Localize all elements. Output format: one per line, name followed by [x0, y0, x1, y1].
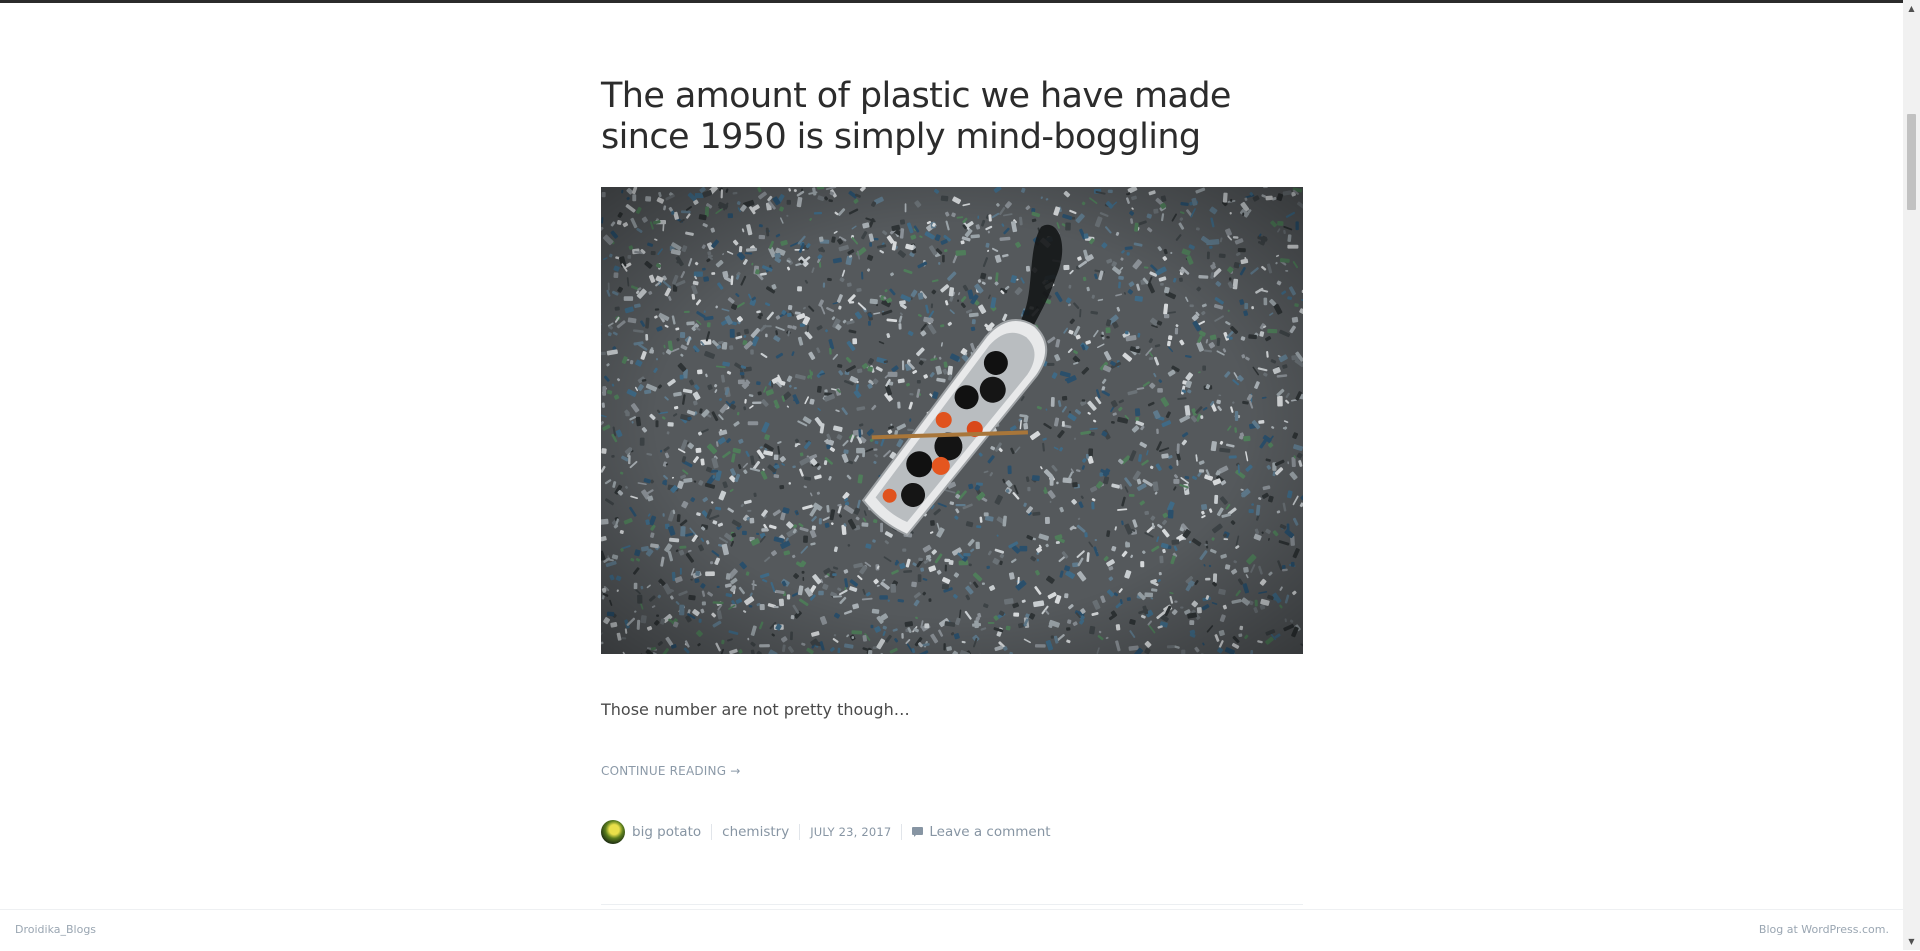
- scroll-up-arrow-icon[interactable]: ▲: [1903, 0, 1920, 17]
- post-title[interactable]: The amount of plastic we have made since…: [601, 76, 1261, 158]
- blog-post: The amount of plastic we have made since…: [601, 76, 1303, 158]
- meta-separator: [901, 824, 902, 840]
- meta-separator: [711, 824, 712, 840]
- vertical-scrollbar[interactable]: ▲ ▼: [1903, 0, 1920, 950]
- featured-image[interactable]: [601, 187, 1303, 654]
- footer-site-link[interactable]: Droidika_Blogs: [15, 923, 96, 936]
- post-excerpt: Those number are not pretty though…: [601, 700, 910, 719]
- scroll-thumb[interactable]: [1907, 114, 1916, 210]
- leave-comment-link[interactable]: Leave a comment: [929, 824, 1050, 840]
- plastic-ocean-photo: [601, 187, 1303, 654]
- post-meta: big potato chemistry JULY 23, 2017 Leave…: [601, 820, 1051, 844]
- footer-bar: Droidika_Blogs Blog at WordPress.com.: [0, 909, 1903, 951]
- comment-bubble-icon: [912, 827, 923, 837]
- wordpress-credit-link[interactable]: Blog at WordPress.com.: [1759, 923, 1889, 936]
- top-rule: [0, 0, 1920, 3]
- continue-reading-link[interactable]: CONTINUE READING →: [601, 764, 740, 778]
- author-link[interactable]: big potato: [632, 824, 701, 840]
- author-avatar[interactable]: [601, 820, 625, 844]
- category-link[interactable]: chemistry: [722, 824, 789, 840]
- meta-separator: [799, 824, 800, 840]
- post-date-link[interactable]: JULY 23, 2017: [810, 825, 891, 839]
- post-divider: [601, 904, 1303, 905]
- scroll-down-arrow-icon[interactable]: ▼: [1903, 933, 1920, 950]
